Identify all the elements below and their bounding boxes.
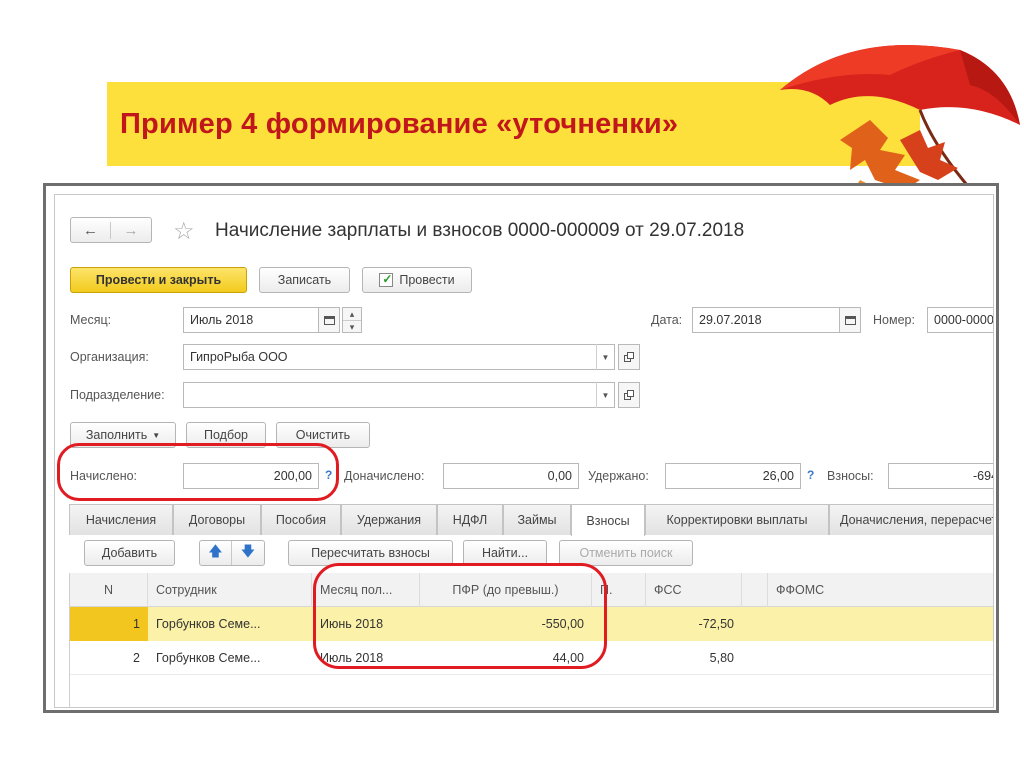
ffoms-cell xyxy=(768,607,993,641)
withheld-value[interactable]: 26,00 xyxy=(665,463,801,489)
tab-loans[interactable]: Займы xyxy=(503,504,571,535)
number-label: Номер: xyxy=(873,313,915,327)
column-ffoms[interactable]: ФФОМС xyxy=(768,573,993,607)
contributions-label: Взносы: xyxy=(827,469,874,483)
tab-bar: Начисления Договоры Пособия Удержания НД… xyxy=(69,504,993,536)
department-label: Подразделение: xyxy=(70,388,165,402)
document-title: Начисление зарплаты и взносов 0000-00000… xyxy=(215,220,745,241)
organization-open-icon[interactable] xyxy=(618,344,640,370)
fss-cell: -72,50 xyxy=(698,617,734,631)
post-button-label: Провести xyxy=(399,273,455,287)
organization-dropdown-icon[interactable]: ▼ xyxy=(596,344,614,370)
post-icon: ✓ xyxy=(379,272,394,287)
department-dropdown-icon[interactable]: ▼ xyxy=(596,382,614,408)
additional-label: Доначислено: xyxy=(344,469,425,483)
column-blank[interactable] xyxy=(742,573,768,607)
tab-contracts[interactable]: Договоры xyxy=(173,504,261,535)
fss-cell: 5,80 xyxy=(709,651,734,665)
column-fss[interactable]: ФСС xyxy=(646,573,742,607)
accrued-highlight-ring xyxy=(57,443,339,501)
employee-cell: Горбунков Семе... xyxy=(156,651,261,665)
month-label: Месяц: xyxy=(70,313,112,327)
employee-cell: Горбунков Семе... xyxy=(156,617,261,631)
column-employee[interactable]: Сотрудник xyxy=(148,573,312,607)
department-open-icon[interactable] xyxy=(618,382,640,408)
spin-up-icon[interactable]: ▴ xyxy=(343,308,361,321)
chevron-down-icon: ▼ xyxy=(152,430,161,440)
organization-label: Организация: xyxy=(70,350,149,364)
arrow-right-icon[interactable]: → xyxy=(111,222,151,239)
month-pfr-highlight-ring xyxy=(313,563,607,669)
add-button[interactable]: Добавить xyxy=(84,540,175,566)
document-window: ← → ☆ Начисление зарплаты и взносов 0000… xyxy=(54,194,994,708)
tab-ndfl[interactable]: НДФЛ xyxy=(437,504,503,535)
withheld-help-icon[interactable]: ? xyxy=(807,468,814,482)
withheld-label: Удержано: xyxy=(588,469,649,483)
nav-buttons: ← → xyxy=(70,217,152,243)
organization-input[interactable]: ГипроРыба ООО xyxy=(183,344,615,370)
post-button[interactable]: ✓ Провести xyxy=(362,267,472,293)
column-n[interactable]: N xyxy=(70,573,148,607)
date-calendar-icon[interactable] xyxy=(839,307,861,333)
arrow-left-icon[interactable]: ← xyxy=(71,221,111,239)
month-input[interactable]: Июль 2018 xyxy=(183,307,319,333)
tab-contributions[interactable]: Взносы xyxy=(571,504,645,536)
ffoms-cell xyxy=(768,641,993,675)
save-button[interactable]: Записать xyxy=(259,267,350,293)
star-icon[interactable]: ☆ xyxy=(173,217,195,246)
department-input[interactable] xyxy=(183,382,615,408)
row-number: 1 xyxy=(70,607,148,641)
arrow-up-icon[interactable]: 🡅 xyxy=(200,541,232,565)
fill-button-label: Заполнить xyxy=(85,428,148,442)
tab-additional-accruals[interactable]: Доначисления, перерасчеты xyxy=(829,504,993,535)
row-number: 2 xyxy=(133,651,140,665)
number-input[interactable]: 0000-000009 xyxy=(927,307,993,333)
spin-down-icon[interactable]: ▾ xyxy=(343,321,361,333)
arrow-down-icon[interactable]: 🡇 xyxy=(232,541,264,565)
contributions-value[interactable]: -694,60 xyxy=(888,463,993,489)
post-and-close-button[interactable]: Провести и закрыть xyxy=(70,267,247,293)
slide-title: Пример 4 формирование «уточненки» xyxy=(120,108,679,140)
tab-payment-corrections[interactable]: Корректировки выплаты xyxy=(645,504,829,535)
date-label: Дата: xyxy=(651,313,683,327)
tab-accruals[interactable]: Начисления xyxy=(69,504,173,535)
date-input[interactable]: 29.07.2018 xyxy=(692,307,840,333)
calendar-icon[interactable] xyxy=(318,307,340,333)
month-spinner[interactable]: ▴ ▾ xyxy=(342,307,362,333)
tab-deductions[interactable]: Удержания xyxy=(341,504,437,535)
additional-value[interactable]: 0,00 xyxy=(443,463,579,489)
move-buttons: 🡅 🡇 xyxy=(199,540,265,566)
tab-benefits[interactable]: Пособия xyxy=(261,504,341,535)
app-screenshot-frame: ← → ☆ Начисление зарплаты и взносов 0000… xyxy=(43,183,999,713)
